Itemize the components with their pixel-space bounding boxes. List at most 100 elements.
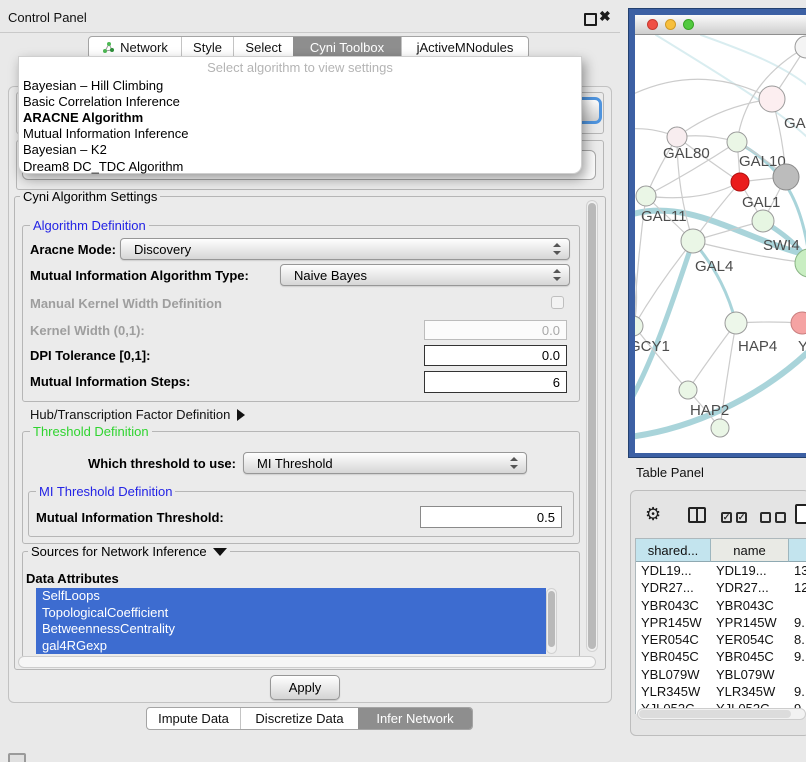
table-horizontal-scrollbar[interactable] xyxy=(637,708,806,720)
unchecked-box-icon[interactable] xyxy=(775,512,786,523)
network-node-hap4[interactable] xyxy=(725,312,747,334)
stepper-arrows-icon xyxy=(510,457,518,469)
network-node-gal1[interactable] xyxy=(752,210,774,232)
stepper-arrows-icon xyxy=(553,269,561,281)
kernel-width-label: Kernel Width (0,1): xyxy=(30,323,145,338)
table-cell: YDR27... xyxy=(716,580,769,595)
attribute-item-selfloops[interactable]: SelfLoops xyxy=(36,588,546,605)
table-row[interactable]: YBL079WYBL079W xyxy=(636,666,806,683)
bottom-tab-infer-network[interactable]: Infer Network xyxy=(358,708,472,729)
network-node[interactable] xyxy=(731,173,749,191)
manual-kernel-checkbox[interactable] xyxy=(551,296,564,309)
network-node-gal4[interactable] xyxy=(681,229,705,253)
algorithm-option-aracne-algorithm[interactable]: ARACNE Algorithm xyxy=(23,109,577,125)
hub-definition-expander[interactable]: Hub/Transcription Factor Definition xyxy=(30,407,245,422)
minimized-panel-icon[interactable] xyxy=(8,753,26,762)
algorithm-option-mutual-information-inference[interactable]: Mutual Information Inference xyxy=(23,126,577,142)
network-node-gal[interactable] xyxy=(759,86,785,112)
network-icon xyxy=(102,41,115,54)
document-icon[interactable] xyxy=(795,504,806,524)
hub-definition-label: Hub/Transcription Factor Definition xyxy=(30,407,230,422)
mi-threshold-group-title: MI Threshold Definition xyxy=(36,485,175,499)
bottom-tab-discretize-data[interactable]: Discretize Data xyxy=(240,708,358,729)
attribute-item-gal4rgexp[interactable]: gal4RGexp xyxy=(36,638,546,655)
table-row[interactable]: YBR043CYBR043C xyxy=(636,597,806,614)
network-node-gal80[interactable] xyxy=(667,127,687,147)
network-edge-faint xyxy=(701,35,806,85)
algorithm-definition-title: Algorithm Definition xyxy=(30,219,149,233)
stepper-arrows-icon xyxy=(553,243,561,255)
network-canvas[interactable]: GALGAL80GAL10GAL1GAL11SWI4GAL4GCY1HAP4YH… xyxy=(635,35,806,453)
tab-label: Network xyxy=(120,40,168,55)
checked-box-icon[interactable]: ✓ xyxy=(736,512,747,523)
column-header-shared[interactable]: shared... xyxy=(636,539,711,562)
tab-select[interactable]: Select xyxy=(233,37,293,58)
network-node-label: GAL11 xyxy=(641,208,687,225)
algorithm-option-bayesian-k2[interactable]: Bayesian – K2 xyxy=(23,142,577,158)
unchecked-box-icon[interactable] xyxy=(760,512,771,523)
window-minimize-button[interactable] xyxy=(665,19,676,30)
network-node-gcy1[interactable] xyxy=(635,316,643,336)
mi-steps-input[interactable]: 6 xyxy=(424,371,567,393)
close-icon[interactable]: ✖ xyxy=(599,8,611,25)
kernel-width-input[interactable]: 0.0 xyxy=(424,320,567,340)
table-cell: YBL079W xyxy=(716,667,775,682)
network-node-gal10[interactable] xyxy=(727,132,747,152)
aracne-mode-value: Discovery xyxy=(134,242,191,257)
which-threshold-combobox[interactable]: MI Threshold xyxy=(243,452,527,474)
tab-jactivemnodules[interactable]: jActiveMNodules xyxy=(401,37,528,58)
network-node-hap2[interactable] xyxy=(679,381,697,399)
window-zoom-button[interactable] xyxy=(683,19,694,30)
algorithm-option-bayesian-hill-climbing[interactable]: Bayesian – Hill Climbing xyxy=(23,77,577,93)
data-attributes-label: Data Attributes xyxy=(26,571,119,586)
table-row[interactable]: YDR27...YDR27...12 xyxy=(636,579,806,596)
attribute-item-betweennesscentrality[interactable]: BetweennessCentrality xyxy=(36,621,546,638)
algorithm-option-dream8-dc-tdc-algorithm[interactable]: Dream8 DC_TDC Algorithm xyxy=(23,158,577,174)
table-cell: YLR345W xyxy=(716,684,775,699)
algorithm-option-basic-correlation-inference[interactable]: Basic Correlation Inference xyxy=(23,93,577,109)
tab-style[interactable]: Style xyxy=(181,37,233,58)
aracne-mode-combobox[interactable]: Discovery xyxy=(120,238,570,260)
settings-horizontal-scrollbar[interactable] xyxy=(18,656,596,668)
apply-button[interactable]: Apply xyxy=(270,675,340,700)
table-cell: YDR27... xyxy=(641,580,694,595)
table-row[interactable]: YBR045CYBR045C9. xyxy=(636,648,806,665)
sources-expander[interactable]: Sources for Network Inference xyxy=(28,545,230,559)
network-window-title-bar[interactable] xyxy=(635,15,806,35)
attribute-item-topologicalcoefficient[interactable]: TopologicalCoefficient xyxy=(36,605,546,622)
network-node-gal11[interactable] xyxy=(636,186,656,206)
table-row[interactable]: YPR145WYPR145W9. xyxy=(636,614,806,631)
network-node[interactable] xyxy=(773,164,799,190)
table-row[interactable]: YER054CYER054C8. xyxy=(636,631,806,648)
network-node-y[interactable] xyxy=(791,312,806,334)
dpi-tolerance-input[interactable]: 0.0 xyxy=(424,345,567,366)
checked-box-icon[interactable]: ✓ xyxy=(721,512,732,523)
mi-type-combobox[interactable]: Naive Bayes xyxy=(280,264,570,286)
column-header-extra[interactable] xyxy=(789,539,806,562)
float-icon[interactable] xyxy=(584,13,597,26)
table-cell: 9. xyxy=(794,615,805,630)
tab-network[interactable]: Network xyxy=(89,37,181,58)
table-cell: YLR345W xyxy=(641,684,700,699)
network-edge xyxy=(646,182,740,198)
tab-label: Select xyxy=(245,40,281,55)
bottom-tab-impute-data[interactable]: Impute Data xyxy=(147,708,240,729)
settings-vertical-scrollbar[interactable] xyxy=(586,200,598,652)
column-header-name[interactable]: name xyxy=(711,539,789,562)
table-row[interactable]: YLR345WYLR345W9. xyxy=(636,683,806,700)
table-cell: 9. xyxy=(794,649,805,664)
window-close-button[interactable] xyxy=(647,19,658,30)
network-node[interactable] xyxy=(795,36,806,58)
split-columns-icon[interactable] xyxy=(688,507,706,523)
attribute-list-scrollbar[interactable] xyxy=(546,588,557,654)
mi-threshold-input[interactable]: 0.5 xyxy=(420,506,562,528)
table-cell: 13 xyxy=(794,563,806,578)
gear-icon[interactable]: ⚙ xyxy=(645,504,661,525)
table-row[interactable]: YDL19...YDL19...13 xyxy=(636,562,806,579)
tab-cyni-toolbox[interactable]: Cyni Toolbox xyxy=(293,37,401,58)
network-edge xyxy=(677,99,772,137)
table-cell: YER054C xyxy=(716,632,774,647)
network-node[interactable] xyxy=(711,419,729,437)
network-edge xyxy=(688,323,736,390)
tab-label: Cyni Toolbox xyxy=(310,40,384,55)
